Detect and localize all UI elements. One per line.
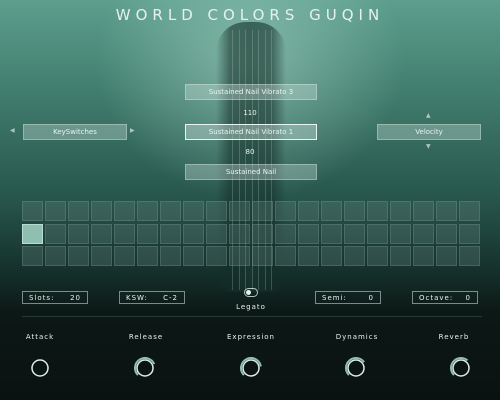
keyswitch-pad[interactable] [114,223,135,244]
keyswitch-pad[interactable] [137,201,158,221]
keyswitch-pad[interactable] [298,201,319,221]
ksw-label: KSW: [126,293,148,302]
octave-label: Octave: [419,293,454,302]
keyswitch-pad[interactable] [436,201,457,221]
left-arrow-icon[interactable]: ◀ [10,127,15,134]
keyswitch-pad[interactable] [206,223,227,244]
instrument-title: WORLD COLORS GUQIN [115,6,385,24]
reverb-knob[interactable] [450,357,472,379]
articulation-lower-value: 80 [245,148,255,156]
keyswitch-pad[interactable] [183,223,204,244]
keyswitch-pad[interactable] [436,223,457,244]
keyswitch-pad[interactable] [91,246,112,266]
keyswitch-pad[interactable] [114,201,135,221]
octave-value: 0 [465,293,471,302]
keyswitch-pad[interactable] [275,223,296,244]
keyswitch-pad[interactable] [114,246,135,266]
ksw-field[interactable]: KSW: C-2 [119,291,185,304]
release-knob[interactable] [134,357,156,379]
dynamics-knob[interactable] [345,357,367,379]
articulation-upper[interactable]: Sustained Nail Vibrato 3 [185,84,317,100]
keyswitch-pad[interactable] [321,223,342,244]
keyswitch-pad[interactable] [137,223,158,244]
keyswitch-pad[interactable] [137,246,158,266]
keyswitch-pad[interactable] [229,246,250,266]
keyswitch-pad[interactable] [22,223,43,244]
keyswitch-pad-grid [22,201,482,267]
keyswitch-pad[interactable] [367,201,388,221]
dynamics-label: Dynamics [335,333,379,341]
up-arrow-icon[interactable]: ▲ [426,112,431,119]
expression-label: Expression [227,333,275,341]
keyswitch-pad[interactable] [275,201,296,221]
keyswitch-pad[interactable] [413,201,434,221]
keyswitch-pad[interactable] [229,201,250,221]
keyswitch-pad[interactable] [206,246,227,266]
keyswitch-pad[interactable] [413,246,434,266]
slots-value: 20 [70,293,81,302]
right-arrow-icon[interactable]: ▶ [130,127,135,134]
keyswitch-pad[interactable] [22,201,43,221]
keyswitch-pad[interactable] [390,201,411,221]
keyswitch-pad[interactable] [344,246,365,266]
articulation-selected[interactable]: Sustained Nail Vibrato 1 [185,124,317,140]
keyswitch-pad[interactable] [68,223,89,244]
instrument-panel: WORLD COLORS GUQIN Sustained Nail Vibrat… [0,0,500,400]
keyswitch-pad[interactable] [91,223,112,244]
down-arrow-icon[interactable]: ▼ [426,143,431,150]
keyswitch-pad[interactable] [206,201,227,221]
reverb-label: Reverb [438,333,470,341]
attack-label: Attack [25,333,55,341]
keyswitch-pad[interactable] [390,246,411,266]
semi-value: 0 [368,293,374,302]
expression-knob[interactable] [240,357,262,379]
keyswitch-pad[interactable] [91,201,112,221]
keyswitch-pad[interactable] [459,246,480,266]
keyswitch-pad[interactable] [367,223,388,244]
keyswitch-pad[interactable] [275,246,296,266]
keyswitch-pad[interactable] [45,246,66,266]
keyswitch-pad[interactable] [436,246,457,266]
velocity-selector[interactable]: Velocity [377,124,481,140]
keyswitch-pad[interactable] [68,201,89,221]
keyswitch-pad[interactable] [160,223,181,244]
keyswitch-pad[interactable] [459,223,480,244]
keyswitch-pad[interactable] [390,223,411,244]
divider [22,316,482,317]
keyswitch-pad[interactable] [344,201,365,221]
legato-label: Legato [236,303,266,311]
keyswitch-pad[interactable] [298,246,319,266]
articulation-lower[interactable]: Sustained Nail [185,164,317,180]
keyswitch-pad[interactable] [45,201,66,221]
release-label: Release [128,333,164,341]
keyswitch-pad[interactable] [252,246,273,266]
keyswitches-selector[interactable]: KeySwitches [23,124,127,140]
ksw-value: C-2 [163,293,178,302]
keyswitch-pad[interactable] [68,246,89,266]
legato-toggle[interactable] [244,288,258,297]
keyswitch-pad[interactable] [229,223,250,244]
keyswitch-pad[interactable] [367,246,388,266]
keyswitch-pad[interactable] [45,223,66,244]
keyswitch-pad[interactable] [183,246,204,266]
keyswitch-pad[interactable] [459,201,480,221]
slots-field[interactable]: Slots: 20 [22,291,88,304]
keyswitch-pad[interactable] [321,246,342,266]
keyswitch-pad[interactable] [22,246,43,266]
semi-label: Semi: [322,293,347,302]
keyswitch-pad[interactable] [160,246,181,266]
keyswitch-pad[interactable] [252,223,273,244]
slots-label: Slots: [29,293,55,302]
attack-knob[interactable] [29,357,51,379]
keyswitch-pad[interactable] [183,201,204,221]
semi-field[interactable]: Semi: 0 [315,291,381,304]
octave-field[interactable]: Octave: 0 [412,291,478,304]
keyswitch-pad[interactable] [321,201,342,221]
keyswitch-pad[interactable] [413,223,434,244]
articulation-upper-value: 110 [243,109,257,117]
keyswitch-pad[interactable] [160,201,181,221]
keyswitch-pad[interactable] [252,201,273,221]
keyswitch-pad[interactable] [344,223,365,244]
keyswitch-pad[interactable] [298,223,319,244]
